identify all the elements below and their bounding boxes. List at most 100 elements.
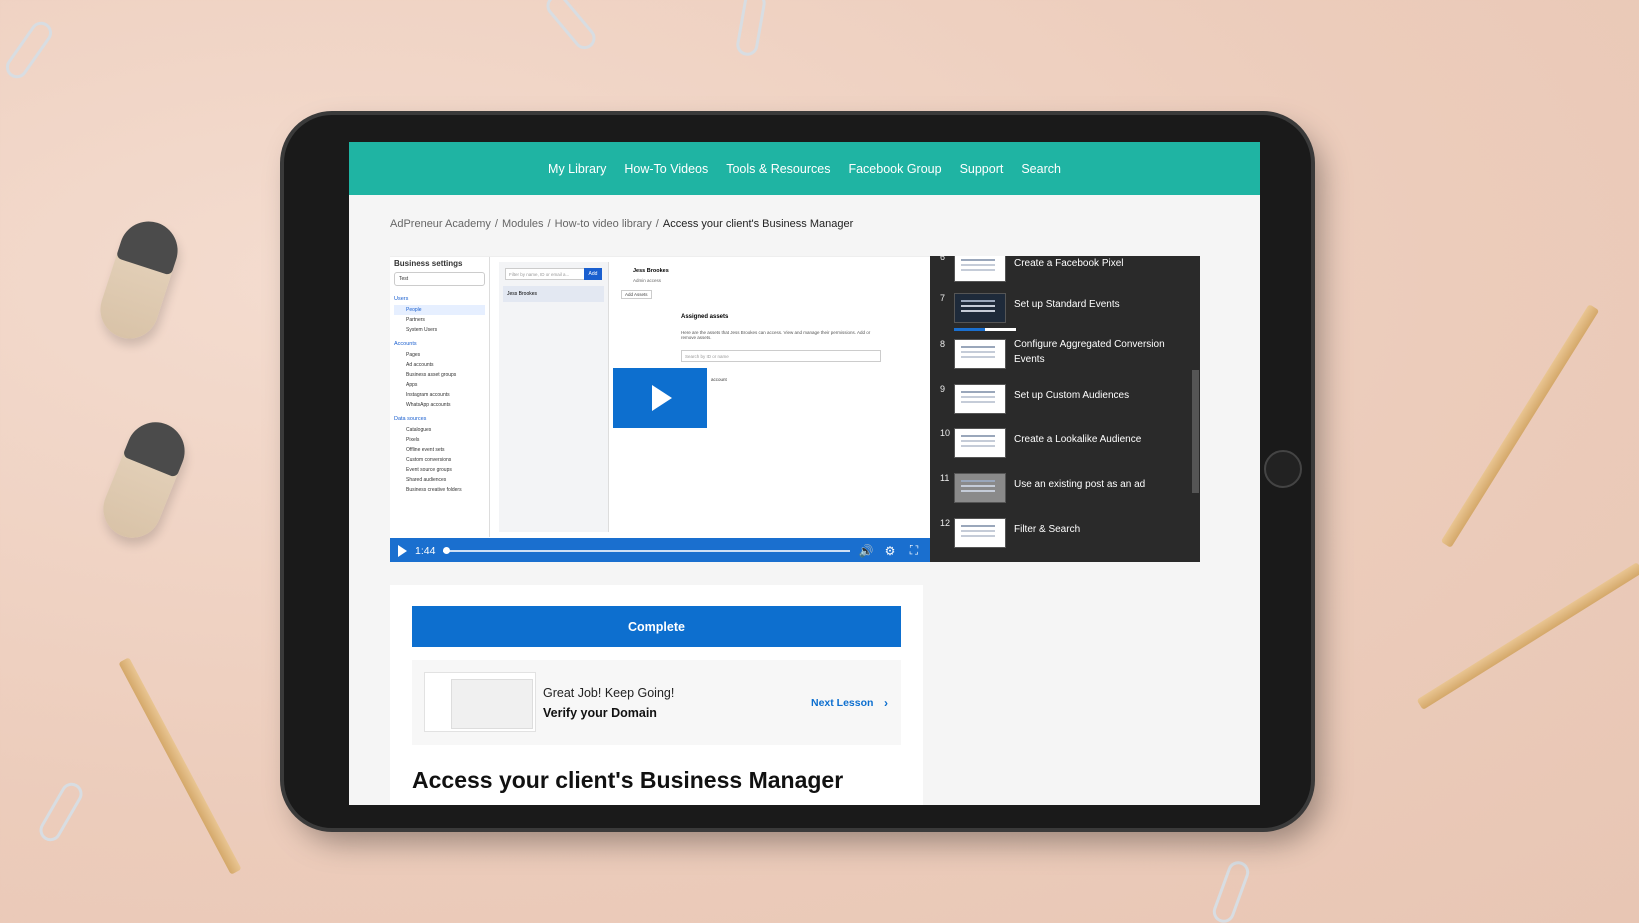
nav-my-library[interactable]: My Library — [548, 162, 606, 176]
next-lesson-encouragement: Great Job! Keep Going! — [543, 686, 675, 700]
breadcrumb-separator: / — [547, 218, 551, 230]
preview-item: Custom conversions — [406, 457, 452, 463]
video-seek-bar[interactable] — [443, 546, 850, 554]
playlist-item-title: Filter & Search — [1014, 524, 1081, 535]
breadcrumb: AdPreneur Academy / Modules / How-to video l… — [390, 218, 853, 230]
video-player[interactable]: Business settings Test Users People Part… — [390, 256, 930, 562]
preview-person-role: Admin access — [633, 278, 662, 283]
playlist-item[interactable]: 10 Create a Lookalike Audience — [930, 428, 1200, 468]
next-lesson-box[interactable]: Great Job! Keep Going! Verify your Domai… — [412, 660, 901, 745]
preview-search-placeholder: Search by ID or name — [685, 354, 729, 359]
playlist-thumbnail — [954, 384, 1006, 414]
preview-account-select: Test — [394, 272, 485, 286]
playlist-item-number: 9 — [940, 384, 946, 394]
play-icon[interactable] — [398, 544, 407, 557]
playlist-thumbnail — [954, 518, 1006, 548]
nav-facebook-group[interactable]: Facebook Group — [848, 162, 941, 176]
nav-how-to-videos[interactable]: How-To Videos — [624, 162, 708, 176]
play-button-large[interactable] — [613, 368, 707, 428]
playlist-item-number: 10 — [940, 428, 951, 438]
playlist-item[interactable]: 12 Filter & Search — [930, 518, 1200, 558]
lesson-card: Complete Great Job! Keep Going! Verify y… — [390, 585, 923, 805]
playlist-item-number: 8 — [940, 339, 946, 349]
video-time: 1:44 — [415, 544, 436, 557]
preview-item: Partners — [406, 317, 425, 323]
preview-item: Instagram accounts — [406, 392, 450, 398]
volume-icon[interactable]: 🔊 — [858, 544, 874, 558]
preview-item: System Users — [406, 327, 438, 333]
preview-item: People — [394, 305, 485, 315]
playlist-thumbnail — [954, 339, 1006, 369]
playlist-item[interactable]: 9 Set up Custom Audiences — [930, 384, 1200, 424]
preview-item: Event source groups — [406, 467, 452, 473]
playlist-item-number: 11 — [940, 473, 950, 483]
playlist-item-number: 6 — [940, 256, 946, 262]
nav-tools-resources[interactable]: Tools & Resources — [726, 162, 830, 176]
breadcrumb-academy[interactable]: AdPreneur Academy — [390, 218, 491, 230]
playlist-item-title: Use an existing post as an ad — [1014, 479, 1146, 490]
playlist-item-title: Configure Aggregated Conversion Events — [1014, 339, 1165, 365]
playlist-item-title: Set up Custom Audiences — [1014, 390, 1130, 401]
playlist-item-number: 12 — [940, 518, 951, 528]
playlist-item-title: Create a Lookalike Audience — [1014, 434, 1142, 445]
preview-sidebar-title: Business settings — [394, 259, 463, 268]
preview-item: WhatsApp accounts — [406, 402, 451, 408]
preview-add-button: Add — [584, 268, 602, 280]
settings-gear-icon[interactable]: ⚙ — [882, 544, 898, 558]
preview-item: Business asset groups — [406, 372, 457, 378]
preview-person-row: Jess Brookes — [503, 286, 604, 302]
preview-item: Pixels — [406, 437, 420, 443]
breadcrumb-current: Access your client's Business Manager — [662, 218, 854, 230]
preview-account-row: account — [711, 377, 727, 382]
playlist-progress-fill — [954, 328, 985, 331]
preview-item: Apps — [406, 382, 418, 388]
nav-support[interactable]: Support — [960, 162, 1004, 176]
preview-item: Pages — [406, 352, 421, 358]
playlist-item-title: Set up Standard Events — [1014, 299, 1120, 310]
playlist-item[interactable]: 6 Create a Facebook Pixel — [930, 256, 1200, 292]
complete-button[interactable]: Complete — [412, 606, 901, 647]
chevron-right-icon[interactable]: › — [884, 696, 888, 710]
video-preview-people-list: Filter by name, ID or email a... Add Jes… — [499, 262, 609, 532]
preview-group-label: Data sources — [394, 416, 427, 422]
nav-search[interactable]: Search — [1021, 162, 1061, 176]
playlist-thumbnail — [954, 428, 1006, 458]
video-controls: 1:44 🔊 ⚙ ⛶ — [390, 538, 930, 562]
playlist-progress-bar — [954, 328, 1016, 331]
breadcrumb-separator: / — [494, 218, 498, 230]
breadcrumb-video-library[interactable]: How-to video library — [555, 218, 652, 230]
breadcrumb-modules[interactable]: Modules — [502, 218, 544, 230]
tablet-home-button[interactable] — [1264, 450, 1302, 488]
preview-item: Ad accounts — [406, 362, 434, 368]
lesson-playlist: 6 Create a Facebook Pixel 7 Set up Stand… — [930, 256, 1200, 562]
preview-search-field: Search by ID or name — [681, 350, 881, 362]
playlist-item[interactable]: 7 Set up Standard Events — [930, 293, 1200, 333]
fullscreen-icon[interactable]: ⛶ — [906, 543, 922, 558]
next-lesson-title: Verify your Domain — [543, 706, 657, 720]
video-preview-sidebar: Business settings Test Users People Part… — [390, 257, 490, 537]
playlist-item[interactable]: 8 Configure Aggregated Conversion Events — [930, 339, 1200, 379]
preview-assigned-title: Assigned assets — [681, 314, 729, 320]
top-navigation: My Library How-To Videos Tools & Resourc… — [349, 142, 1260, 195]
lesson-title: Access your client's Business Manager — [412, 767, 844, 793]
playlist-item-number: 7 — [940, 293, 946, 303]
next-lesson-thumbnail — [424, 672, 536, 732]
tablet-screen: My Library How-To Videos Tools & Resourc… — [349, 142, 1260, 805]
preview-add-assets: Add Assets — [621, 290, 652, 299]
breadcrumb-separator: / — [655, 218, 659, 230]
preview-group-label: Accounts — [394, 341, 417, 347]
seek-knob[interactable] — [443, 546, 451, 554]
preview-item: Shared audiences — [406, 477, 447, 483]
preview-item: Offline event sets — [406, 447, 445, 453]
playlist-thumbnail — [954, 473, 1006, 503]
playlist-thumbnail — [954, 293, 1006, 323]
preview-add-label: Add — [588, 271, 598, 277]
next-lesson-link[interactable]: Next Lesson — [811, 697, 873, 709]
playlist-thumbnail — [954, 256, 1006, 282]
preview-assigned-desc: Here are the assets that Jess Brookes ca… — [681, 330, 871, 340]
preview-item: Business creative folders — [406, 487, 462, 493]
playlist-item[interactable]: 11 Use an existing post as an ad — [930, 473, 1200, 513]
playlist-item-title: Create a Facebook Pixel — [1014, 258, 1124, 269]
playlist-scrollbar[interactable] — [1192, 370, 1199, 493]
preview-item: Catalogues — [406, 427, 432, 433]
